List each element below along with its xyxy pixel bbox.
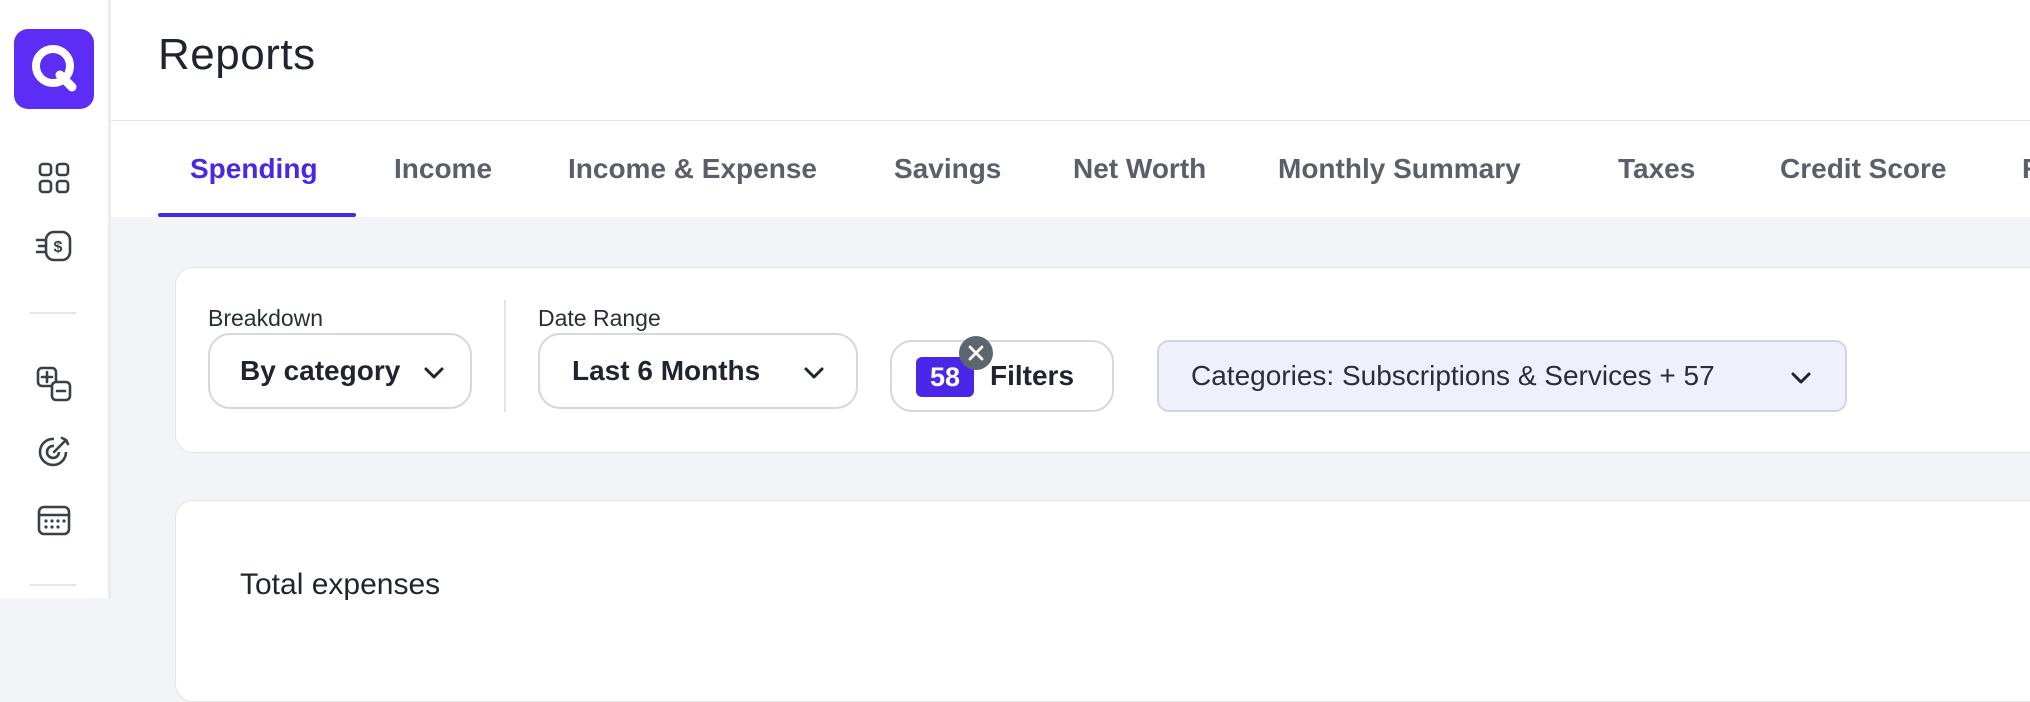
tab-monthly-summary[interactable]: Monthly Summary bbox=[1278, 121, 1521, 217]
chevron-down-icon bbox=[804, 367, 824, 379]
tab-spending[interactable]: Spending bbox=[190, 121, 318, 217]
page-title: Reports bbox=[158, 30, 316, 79]
dashboard-icon[interactable] bbox=[32, 156, 76, 200]
categories-select[interactable]: Categories: Subscriptions & Services + 5… bbox=[1157, 340, 1847, 412]
filter-divider bbox=[504, 300, 506, 412]
date-range-select[interactable]: Last 6 Months bbox=[538, 333, 858, 409]
logo-icon[interactable] bbox=[14, 29, 94, 109]
tab-income[interactable]: Income bbox=[394, 121, 492, 217]
sidebar-divider bbox=[30, 312, 76, 314]
active-tab-indicator bbox=[158, 213, 356, 217]
calendar-icon[interactable] bbox=[32, 498, 76, 542]
chevron-down-icon bbox=[424, 367, 444, 379]
goals-target-icon[interactable] bbox=[32, 430, 76, 474]
chevron-down-icon bbox=[1791, 372, 1811, 384]
tab-credit-score[interactable]: Credit Score bbox=[1780, 121, 1947, 217]
filters-button[interactable]: 58 Filters bbox=[890, 340, 1114, 412]
categories-value: Categories: Subscriptions & Services + 5… bbox=[1191, 360, 1715, 391]
svg-text:$: $ bbox=[54, 239, 63, 256]
report-tabs: Spending Income Income & Expense Savings… bbox=[111, 121, 2030, 217]
filters-label: Filters bbox=[990, 360, 1075, 391]
sidebar-divider bbox=[30, 584, 76, 586]
tab-more[interactable]: R bbox=[2022, 121, 2030, 217]
sidebar: $ bbox=[0, 0, 111, 598]
date-range-value: Last 6 Months bbox=[572, 355, 761, 386]
page-header: Reports bbox=[111, 0, 2030, 121]
date-range-label: Date Range bbox=[538, 305, 661, 331]
money-list-icon[interactable]: $ bbox=[32, 224, 76, 268]
summary-card bbox=[175, 500, 2030, 702]
breakdown-value: By category bbox=[240, 355, 401, 386]
tab-savings[interactable]: Savings bbox=[894, 121, 1001, 217]
tab-taxes[interactable]: Taxes bbox=[1618, 121, 1695, 217]
tab-income-expense[interactable]: Income & Expense bbox=[568, 121, 817, 217]
breakdown-select[interactable]: By category bbox=[208, 333, 472, 409]
breakdown-label: Breakdown bbox=[208, 305, 324, 331]
clear-filters-close-icon[interactable] bbox=[959, 336, 993, 370]
tab-net-worth[interactable]: Net Worth bbox=[1073, 121, 1206, 217]
total-expenses-label: Total expenses bbox=[240, 568, 441, 601]
budget-add-remove-icon[interactable] bbox=[32, 362, 76, 406]
